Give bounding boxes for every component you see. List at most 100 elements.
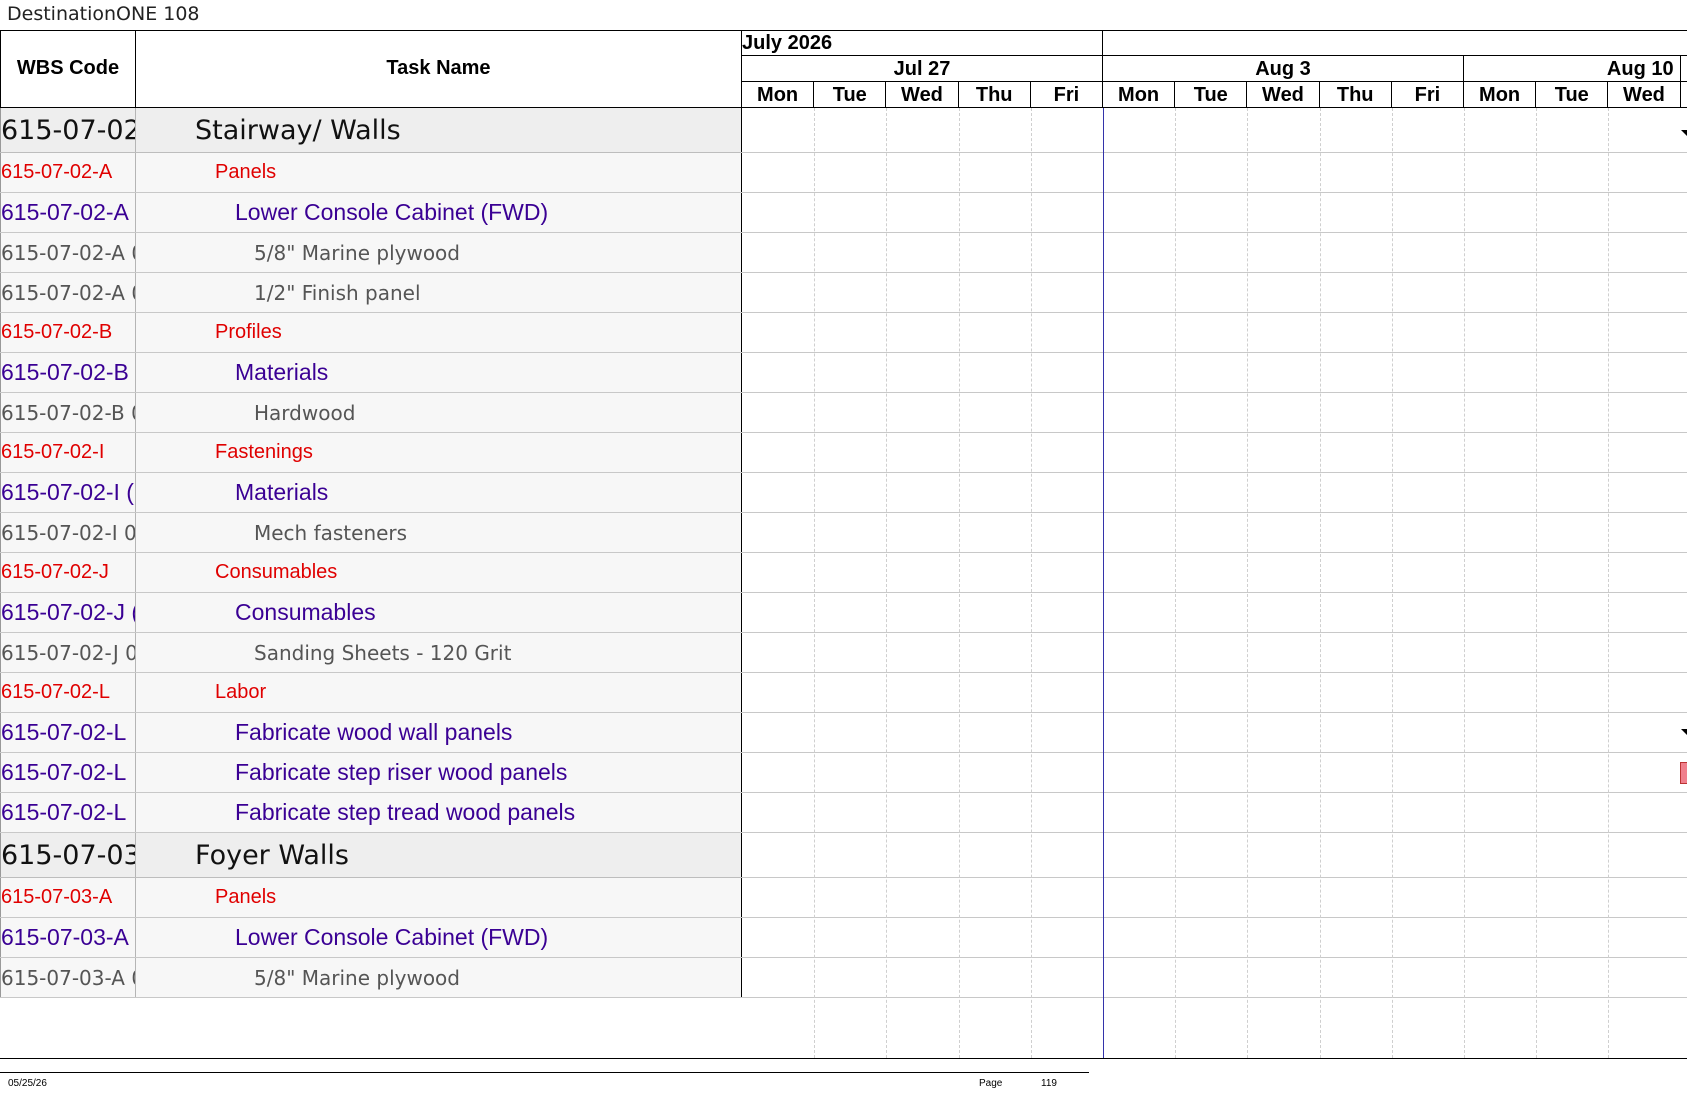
wbs-code-cell[interactable]: 615-07-02-I [0, 433, 136, 472]
task-row[interactable]: 615-07-03-A Lower Console Cabinet (FWD) [0, 918, 742, 958]
task-row[interactable]: 615-07-02-I (Materials [0, 473, 742, 513]
gantt-row[interactable] [742, 878, 1687, 918]
wbs-code-cell[interactable]: 615-07-02-A 0 [0, 273, 136, 312]
task-column-header[interactable]: Task Name [136, 30, 742, 108]
wbs-code-cell[interactable]: 615-07-03-A 0 [0, 958, 136, 997]
gantt-row[interactable] [742, 273, 1687, 313]
wbs-code: 615-07-02-J ( [1, 599, 136, 625]
wbs-code-cell[interactable]: 615-07-02-L [0, 673, 136, 712]
gantt-row[interactable] [742, 713, 1687, 753]
task-row[interactable]: 615-07-02-A Lower Console Cabinet (FWD) [0, 193, 742, 233]
gantt-row[interactable] [742, 233, 1687, 273]
task-name-cell[interactable]: Hardwood [136, 393, 742, 432]
task-row[interactable]: 615-07-02-B Profiles [0, 313, 742, 353]
task-name-cell[interactable]: Lower Console Cabinet (FWD) [136, 918, 742, 957]
task-row[interactable]: 615-07-02-A 0 5/8" Marine plywood [0, 233, 742, 273]
gantt-row[interactable] [742, 353, 1687, 393]
summary-task-row[interactable]: 615-07-02 Stairway/ Walls [0, 108, 742, 153]
day-header: Tue [1175, 82, 1248, 107]
gantt-row[interactable] [742, 753, 1687, 793]
task-name-cell[interactable]: Mech fasteners [136, 513, 742, 552]
task-row[interactable]: 615-07-02-I 01 Mech fasteners [0, 513, 742, 553]
task-name-cell[interactable]: Profiles [136, 313, 742, 352]
wbs-code-cell[interactable]: 615-07-02-J [0, 553, 136, 592]
task-name-cell[interactable]: Panels [136, 878, 742, 917]
task-name-cell[interactable]: Sanding Sheets - 120 Grit [136, 633, 742, 672]
task-row[interactable]: 615-07-02-J Consumables [0, 553, 742, 593]
wbs-code: 615-07-02-L [1, 759, 127, 785]
gantt-task-bar[interactable] [1680, 762, 1687, 784]
task-row[interactable]: 615-07-02-L Fabricate wood wall panels [0, 713, 742, 753]
task-row[interactable]: 615-07-02-A 0 1/2" Finish panel [0, 273, 742, 313]
gantt-row[interactable] [742, 153, 1687, 193]
wbs-code-cell[interactable]: 615-07-03-A [0, 878, 136, 917]
task-name-cell[interactable]: Labor [136, 673, 742, 712]
wbs-code-cell[interactable]: 615-07-02-A 0 [0, 233, 136, 272]
gantt-row[interactable] [742, 553, 1687, 593]
gantt-row[interactable] [742, 593, 1687, 633]
task-row[interactable]: 615-07-02-J 01 Sanding Sheets - 120 Grit [0, 633, 742, 673]
gantt-row[interactable] [742, 633, 1687, 673]
task-name-cell[interactable]: Fabricate step riser wood panels [136, 753, 742, 792]
wbs-code-cell[interactable]: 615-07-02 [0, 108, 136, 152]
task-name-cell[interactable]: Fabricate step tread wood panels [136, 793, 742, 832]
gantt-row[interactable] [742, 393, 1687, 433]
task-name-cell[interactable]: Materials [136, 473, 742, 512]
day-gridline [886, 108, 888, 1058]
wbs-code-cell[interactable]: 615-07-02-I 01 [0, 513, 136, 552]
gantt-row[interactable] [742, 513, 1687, 553]
task-name-cell[interactable]: Materials [136, 353, 742, 392]
wbs-code-cell[interactable]: 615-07-03-A [0, 918, 136, 957]
gantt-row[interactable] [742, 673, 1687, 713]
task-row[interactable]: 615-07-03-A Panels [0, 878, 742, 918]
task-row[interactable]: 615-07-02-J (Consumables [0, 593, 742, 633]
day-gridline [1030, 108, 1032, 1058]
task-name-cell[interactable]: Fabricate wood wall panels [136, 713, 742, 752]
task-name-cell[interactable]: Consumables [136, 553, 742, 592]
wbs-code-cell[interactable]: 615-07-02-B [0, 353, 136, 392]
day-gridline [1536, 108, 1538, 1058]
task-row[interactable]: 615-07-02-B 0 Hardwood [0, 393, 742, 433]
gantt-row[interactable] [742, 313, 1687, 353]
wbs-code-cell[interactable]: 615-07-02-L [0, 713, 136, 752]
task-row[interactable]: 615-07-02-A Panels [0, 153, 742, 193]
summary-task-row[interactable]: 615-07-03 Foyer Walls [0, 833, 742, 878]
task-row[interactable]: 615-07-03-A 0 5/8" Marine plywood [0, 958, 742, 998]
task-name-cell[interactable]: Fastenings [136, 433, 742, 472]
week-header: Aug 3 [1103, 56, 1464, 81]
wbs-column-header[interactable]: WBS Code [0, 30, 136, 108]
wbs-code-cell[interactable]: 615-07-02-I ( [0, 473, 136, 512]
task-name-cell[interactable]: Foyer Walls [136, 833, 742, 877]
task-name-cell[interactable]: Lower Console Cabinet (FWD) [136, 193, 742, 232]
task-name-cell[interactable]: 5/8" Marine plywood [136, 233, 742, 272]
task-name-cell[interactable]: Consumables [136, 593, 742, 632]
gantt-row[interactable] [742, 958, 1687, 998]
wbs-code-cell[interactable]: 615-07-02-A [0, 193, 136, 232]
task-row[interactable]: 615-07-02-L Fabricate step tread wood pan… [0, 793, 742, 833]
task-row[interactable]: 615-07-02-L Labor [0, 673, 742, 713]
gantt-row[interactable] [742, 193, 1687, 233]
wbs-code-cell[interactable]: 615-07-02-L [0, 793, 136, 832]
task-row[interactable]: 615-07-02-L Fabricate step riser wood pan… [0, 753, 742, 793]
task-row[interactable]: 615-07-02-I Fastenings [0, 433, 742, 473]
gantt-row[interactable] [742, 433, 1687, 473]
wbs-code-cell[interactable]: 615-07-02-A [0, 153, 136, 192]
task-name-cell[interactable]: 5/8" Marine plywood [136, 958, 742, 997]
gantt-row[interactable] [742, 833, 1687, 878]
gantt-row[interactable] [742, 918, 1687, 958]
wbs-code-cell[interactable]: 615-07-02-B 0 [0, 393, 136, 432]
wbs-code-cell[interactable]: 615-07-02-J ( [0, 593, 136, 632]
wbs-code-cell[interactable]: 615-07-02-B [0, 313, 136, 352]
wbs-code-cell[interactable]: 615-07-02-J 01 [0, 633, 136, 672]
day-header: Tue [1536, 82, 1609, 107]
gantt-row[interactable] [742, 793, 1687, 833]
task-name-cell[interactable]: 1/2" Finish panel [136, 273, 742, 312]
task-row[interactable]: 615-07-02-B Materials [0, 353, 742, 393]
gantt-row[interactable] [742, 473, 1687, 513]
wbs-code-cell[interactable]: 615-07-02-L [0, 753, 136, 792]
gantt-chart-area[interactable] [742, 108, 1687, 1058]
wbs-code-cell[interactable]: 615-07-03 [0, 833, 136, 877]
task-name-cell[interactable]: Stairway/ Walls [136, 108, 742, 152]
task-name-cell[interactable]: Panels [136, 153, 742, 192]
gantt-row[interactable] [742, 108, 1687, 153]
